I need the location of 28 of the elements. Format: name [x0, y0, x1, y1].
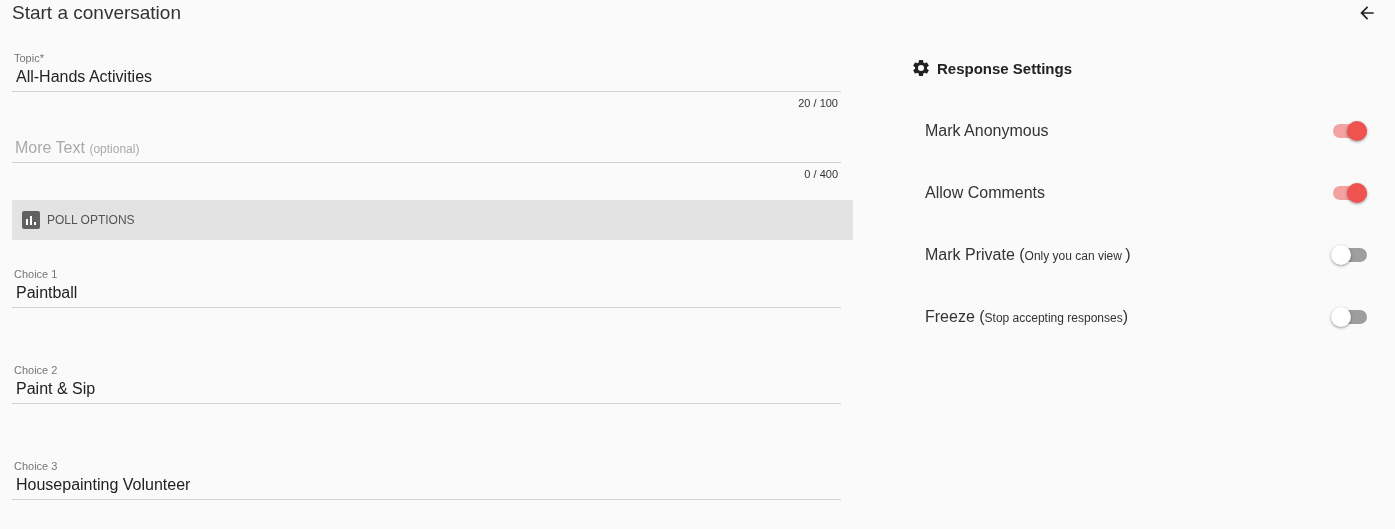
- bar-chart-icon: [22, 211, 40, 229]
- field-label: Choice 2: [14, 364, 59, 376]
- character-counter: 20 / 100: [798, 97, 838, 109]
- field-value: Paint & Sip: [15, 380, 97, 398]
- character-counter: 0 / 400: [804, 168, 838, 180]
- field-label: Choice 3: [14, 460, 59, 472]
- toggle-switch[interactable]: [1333, 310, 1367, 324]
- setting-label: Mark Anonymous: [925, 122, 1049, 140]
- section-heading: POLL OPTIONS: [47, 213, 135, 227]
- choice-field[interactable]: Choice 3 Housepainting Volunteer: [12, 460, 841, 500]
- choice-field[interactable]: Choice 2 Paint & Sip: [12, 364, 841, 404]
- settings-icon: [911, 58, 931, 78]
- page-title: Start a conversation: [12, 2, 181, 24]
- setting-label: Freeze (Stop accepting responses): [925, 308, 1128, 326]
- toggle-switch[interactable]: [1333, 186, 1367, 200]
- setting-label: Allow Comments: [925, 184, 1046, 202]
- setting-label: Mark Private (Only you can view ): [925, 246, 1131, 264]
- field-label: Choice 1: [14, 268, 59, 280]
- field-value: Housepainting Volunteer: [15, 476, 192, 494]
- placeholder-text: More Text (optional): [14, 139, 141, 157]
- choice-field[interactable]: Choice 1 Paintball: [12, 268, 841, 308]
- field-label: Topic*: [14, 52, 45, 64]
- toggle-switch[interactable]: [1333, 124, 1367, 138]
- field-value: Paintball: [15, 284, 79, 302]
- section-heading: Response Settings: [937, 59, 1073, 77]
- topic-field[interactable]: Topic* All-Hands Activities: [12, 52, 841, 92]
- field-value: All-Hands Activities: [15, 68, 154, 86]
- toggle-switch[interactable]: [1333, 248, 1367, 262]
